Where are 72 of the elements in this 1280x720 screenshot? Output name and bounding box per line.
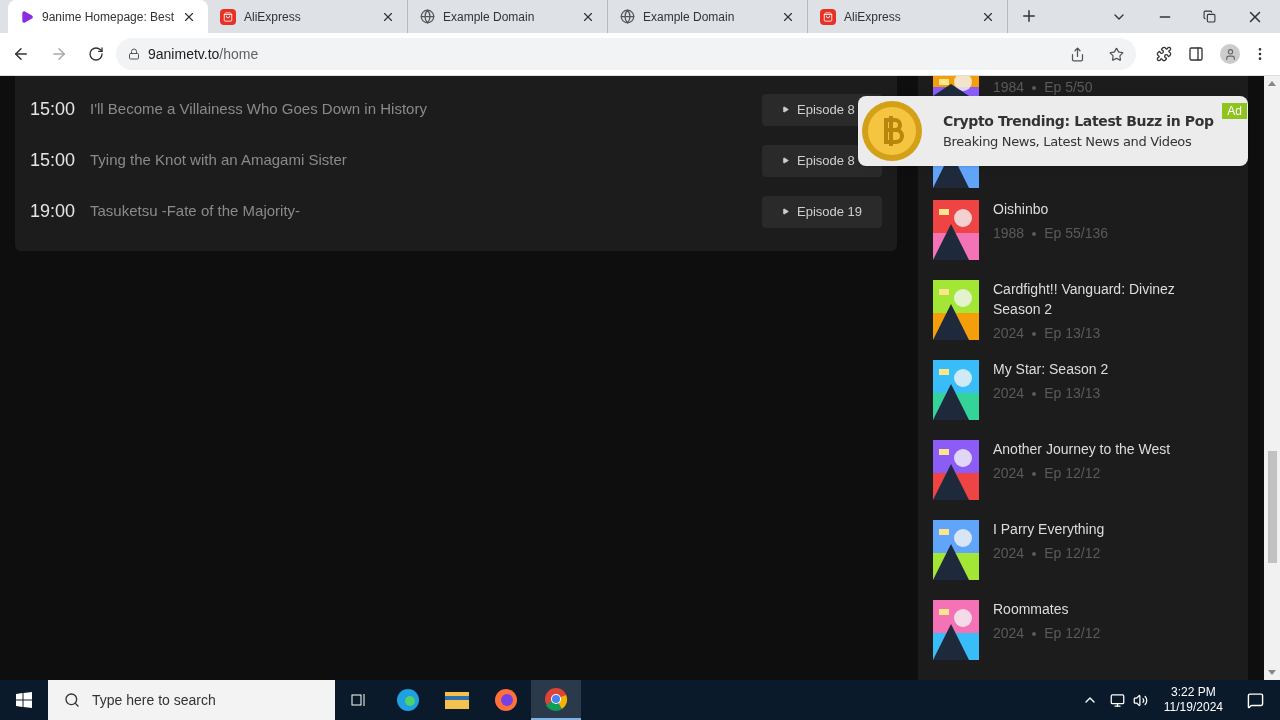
network-icon[interactable] <box>1109 692 1125 708</box>
release-year: 2024 <box>993 324 1025 343</box>
anime-title[interactable]: Tying the Knot with an Amagami Sister <box>90 149 762 172</box>
search-field[interactable]: Type here to search <box>48 680 335 720</box>
search-icon <box>64 692 80 708</box>
scrollbar[interactable] <box>1264 76 1280 680</box>
release-year: 2024 <box>993 544 1025 563</box>
bookmark-icon[interactable] <box>1109 46 1124 62</box>
extensions-icon[interactable] <box>1156 46 1172 62</box>
anime-title[interactable]: Tasuketsu -Fate of the Majority- <box>90 200 762 223</box>
anime-title[interactable]: Oishinbo <box>993 199 1108 219</box>
anime-title[interactable]: I Parry Everything <box>993 519 1105 539</box>
lock-icon <box>128 48 140 60</box>
tab-title: AliExpress <box>244 8 302 26</box>
anime-title[interactable]: My Star: Season 2 <box>993 359 1109 379</box>
globe-icon <box>420 9 435 24</box>
profile-icon[interactable] <box>1220 44 1240 64</box>
tab-title: Example Domain <box>443 8 536 26</box>
bitcoin-icon <box>861 100 923 162</box>
episode-count: Ep 13/13 <box>1044 384 1101 403</box>
release-year: 1988 <box>993 224 1025 243</box>
release-year: 1984 <box>993 78 1025 97</box>
scrollbar-thumb[interactable] <box>1267 451 1277 563</box>
scroll-up-icon[interactable] <box>1268 81 1276 86</box>
chrome-icon[interactable] <box>531 680 581 720</box>
windows-icon[interactable] <box>16 692 32 708</box>
episode-count: Ep 12/12 <box>1044 544 1101 563</box>
globe-icon <box>620 9 635 24</box>
volume-icon[interactable] <box>1132 692 1148 708</box>
restore-icon[interactable] <box>1203 10 1216 23</box>
release-year: 2024 <box>993 624 1025 643</box>
tab-title: 9anime Homepage: Best <box>42 8 174 26</box>
notification-icon[interactable] <box>1247 691 1264 709</box>
release-year: 2024 <box>993 384 1025 403</box>
episode-count: Ep 12/12 <box>1044 464 1101 483</box>
side-panel-icon[interactable] <box>1188 46 1204 62</box>
back-icon[interactable] <box>12 45 30 63</box>
browser-tab[interactable]: 9anime Homepage: Best <box>8 0 208 33</box>
scroll-down-icon[interactable] <box>1268 670 1276 675</box>
tab-title: AliExpress <box>844 8 902 26</box>
play-icon <box>782 208 789 215</box>
shopping-bag-icon <box>220 8 236 25</box>
ad-popup[interactable]: Crypto Trending: Latest Buzz in Pop Breaking News, Latest News and Videos Ad <box>858 96 1248 166</box>
ad-badge: Ad <box>1222 103 1247 119</box>
url-text: 9animetv.to/home <box>148 44 260 64</box>
tab-title: Example Domain <box>643 8 736 26</box>
new-tab-icon[interactable] <box>1020 7 1038 25</box>
episode-count: Ep 13/13 <box>1044 324 1101 343</box>
shopping-bag-icon <box>820 8 836 25</box>
clock-date[interactable]: 11/19/2024 <box>1163 700 1223 715</box>
search-placeholder: Type here to search <box>92 690 216 710</box>
anime-title[interactable]: Roommates <box>993 599 1101 619</box>
schedule-time: 19:00 <box>30 200 77 223</box>
release-year: 2024 <box>993 464 1025 483</box>
play-icon <box>782 157 789 164</box>
episode-count: Ep 12/12 <box>1044 624 1101 643</box>
ad-text: Breaking News, Latest News and Videos <box>943 132 1193 151</box>
play-icon <box>20 9 34 24</box>
clock-time[interactable]: 3:22 PM <box>1171 685 1216 700</box>
anime-title[interactable]: Cardfight!! Vanguard: Divinez Season 2 <box>993 279 1208 319</box>
address-bar[interactable]: 9animetv.to/home <box>116 38 1136 70</box>
ad-title: Crypto Trending: Latest Buzz in Pop <box>943 111 1214 131</box>
anime-title[interactable]: I'll Become a Villainess Who Goes Down in History <box>90 98 762 121</box>
episode-count: Ep 55/136 <box>1044 224 1108 243</box>
episode-count: Ep 5/50 <box>1044 78 1093 97</box>
anime-title[interactable]: Another Journey to the West <box>993 439 1171 459</box>
schedule-time: 15:00 <box>30 149 77 172</box>
schedule-time: 15:00 <box>30 98 77 121</box>
play-icon <box>782 106 789 113</box>
reload-icon[interactable] <box>88 46 104 62</box>
episode-button[interactable]: Episode 19 <box>762 195 882 228</box>
share-icon[interactable] <box>1070 46 1085 62</box>
